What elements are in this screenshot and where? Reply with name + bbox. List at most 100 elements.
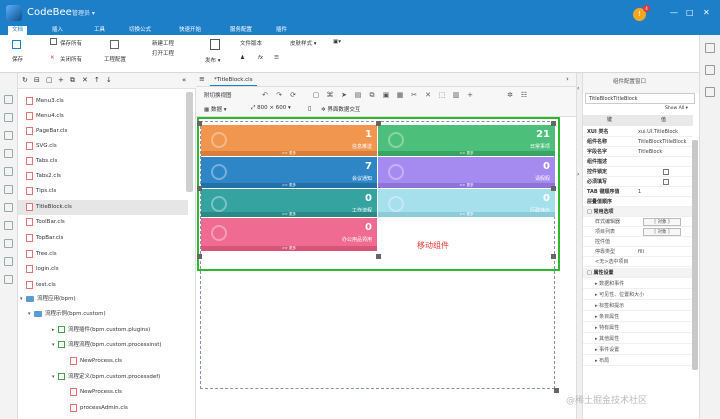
canvas-size-select[interactable]: ⤢ 800 × 600 ▾ [251, 105, 291, 112]
prop-group[interactable]: ▸ 事件设置 [583, 345, 693, 355]
more-options-icon[interactable]: ▣▾ [333, 39, 341, 45]
tree-item[interactable]: Tabs.cls [26, 154, 57, 169]
tree-item[interactable]: login.cls [26, 262, 59, 277]
prop-group[interactable]: ▸ 特有属性 [583, 323, 693, 333]
prop-group[interactable]: ▸ 数据和事件 [583, 279, 693, 289]
resize-handle-tr[interactable] [551, 121, 556, 126]
props-scrollbar[interactable] [692, 140, 698, 370]
resize-handle-bl[interactable] [197, 254, 202, 259]
resize-handle-tl[interactable] [197, 121, 202, 126]
switch-view-button[interactable]: 附切换视图 [204, 91, 232, 99]
prop-value[interactable]: fill [638, 247, 644, 257]
tree-item[interactable]: Tree.cls [26, 247, 57, 262]
tree-package[interactable]: ▸ 流程插件(bpm.custom.plugins) [52, 323, 150, 338]
select-icon[interactable]: ⬚ [438, 91, 446, 99]
prop-value[interactable]: TitleBlockTitleBlock [638, 137, 686, 147]
save-all-button[interactable]: 保存所有 [60, 39, 82, 47]
delete-icon[interactable]: ✕ [82, 76, 88, 84]
interface-interact-button[interactable]: ✲ 界面数据交互 [321, 105, 360, 113]
file-version-button[interactable]: 文件版本 [240, 39, 262, 47]
prop-group[interactable]: ▸ 标签和提示 [583, 301, 693, 311]
tab-plugins[interactable]: 插件 [272, 26, 291, 35]
close-icon[interactable]: ✕ [703, 8, 710, 17]
collapse-icon[interactable]: ⊟ [34, 76, 40, 84]
component-select[interactable]: TitleBlockTitleBlock [585, 93, 695, 104]
strip-form-icon[interactable] [4, 149, 13, 158]
collapse-right-icon[interactable]: › [577, 171, 579, 178]
prop-group[interactable]: ▸ 布局 [583, 356, 693, 366]
down-icon[interactable]: ↓ [106, 76, 112, 84]
send-icon[interactable]: ➤ [340, 91, 348, 99]
resize-handle-br[interactable] [551, 254, 556, 259]
clipboard-icon[interactable]: ▤ [354, 91, 362, 99]
tree-item[interactable]: NewProcess.cls [70, 385, 122, 400]
props-icon[interactable] [705, 87, 715, 97]
user-icon[interactable]: ♟ [240, 55, 245, 61]
tree-package[interactable]: ▾ 流程定义(bpm.custom.processdef) [52, 370, 160, 385]
strip-shield-icon[interactable] [4, 221, 13, 230]
strip-link-icon[interactable] [4, 203, 13, 212]
tree-item[interactable]: SVG.cls [26, 139, 57, 154]
collapse-left-icon[interactable]: ‹ [577, 85, 579, 92]
prop-value[interactable]: xui.UI.TitleBlock [638, 127, 678, 137]
tree-package[interactable]: ▾ 流程流程(bpm.custom.processinst) [52, 338, 162, 353]
tab-menu-icon[interactable]: ≡ [199, 75, 205, 83]
prop-value[interactable]: TitleBlock [638, 147, 662, 157]
add-component-icon[interactable]: + [466, 91, 474, 99]
add-icon[interactable]: + [58, 76, 64, 84]
tab-tools[interactable]: 工具 [90, 26, 109, 35]
tree-item[interactable]: Tips.cls [26, 184, 56, 199]
tree-item[interactable]: Tabs2.cls [26, 169, 61, 184]
strip-back-icon[interactable] [4, 275, 13, 284]
tree-item[interactable]: NewProcess.cls [70, 354, 122, 369]
data-dropdown[interactable]: ▦ 数据 ▾ [204, 105, 226, 113]
tab-service-config[interactable]: 服务配置 [226, 26, 256, 35]
canvas-resize-handle[interactable] [554, 388, 559, 393]
tree-item[interactable]: processAdmin.cls [70, 401, 128, 416]
new-page-icon[interactable]: ▢ [312, 91, 320, 99]
tree-item-selected[interactable]: TitleBlock.cls [18, 200, 188, 215]
close-all-button[interactable]: 关闭所有 [60, 55, 82, 63]
style-editor-button[interactable]: [ 对象 ] [643, 218, 681, 226]
image-icon[interactable]: ▣ [382, 91, 390, 99]
project-config-button[interactable]: 工程配置 [104, 55, 126, 63]
section-common[interactable]: □ 常用选项 [583, 207, 693, 217]
cut-icon[interactable]: ✂ [410, 91, 418, 99]
lock-checkbox[interactable] [663, 169, 669, 175]
panel-toggle-icon[interactable] [705, 43, 715, 53]
tab-insert[interactable]: 插入 [48, 26, 67, 35]
up-icon[interactable]: ↑ [94, 76, 100, 84]
tree-scrollbar[interactable] [186, 92, 193, 192]
resize-handle-mr[interactable] [551, 186, 556, 191]
tree-item[interactable]: Menu4.cls [26, 109, 64, 124]
copy-icon[interactable]: ⧉ [70, 76, 75, 85]
settings-icon[interactable]: ✲ [506, 91, 514, 99]
collapse-panel-icon[interactable]: « [182, 76, 186, 84]
resize-handle-bc[interactable] [376, 254, 381, 259]
new-file-icon[interactable]: ▢ [46, 76, 53, 84]
list-icon[interactable]: ☰ [274, 55, 279, 61]
function-icon[interactable]: fx [258, 55, 263, 61]
section-props[interactable]: □ 属性设置 [583, 268, 693, 278]
strip-page-icon[interactable] [4, 95, 13, 104]
tab-scroll-right-icon[interactable]: › [566, 75, 569, 83]
layout-icon[interactable] [705, 65, 715, 75]
tree-folder[interactable]: ▾ 流程应用(bpm) [20, 292, 76, 307]
publish-button[interactable]: 发布 ▾ [205, 56, 221, 64]
open-project-button[interactable]: 打开工程 [152, 49, 174, 57]
tree-item[interactable]: PageBar.cls [26, 124, 67, 139]
strip-chart-icon[interactable] [4, 185, 13, 194]
mobile-preview-icon[interactable]: ▯ [308, 105, 311, 112]
show-all-button[interactable]: Show All ▾ [665, 106, 688, 111]
skin-style-button[interactable]: 皮肤样式 ▾ [290, 39, 317, 47]
undo-icon[interactable]: ↶ [261, 91, 269, 99]
tab-document[interactable]: 文档 [8, 26, 28, 35]
tree-item[interactable]: test.cls [26, 278, 56, 293]
grid-icon[interactable]: ▦ [396, 91, 404, 99]
tab-switch-formula[interactable]: 切换公式 [125, 26, 155, 35]
strip-list-icon[interactable] [4, 113, 13, 122]
user-role-dropdown[interactable]: 管理员 ▾ [72, 8, 95, 17]
strip-module-icon[interactable] [4, 167, 13, 176]
delete-component-icon[interactable]: ✕ [424, 91, 432, 99]
prop-group[interactable]: ▸ 条目属性 [583, 312, 693, 322]
